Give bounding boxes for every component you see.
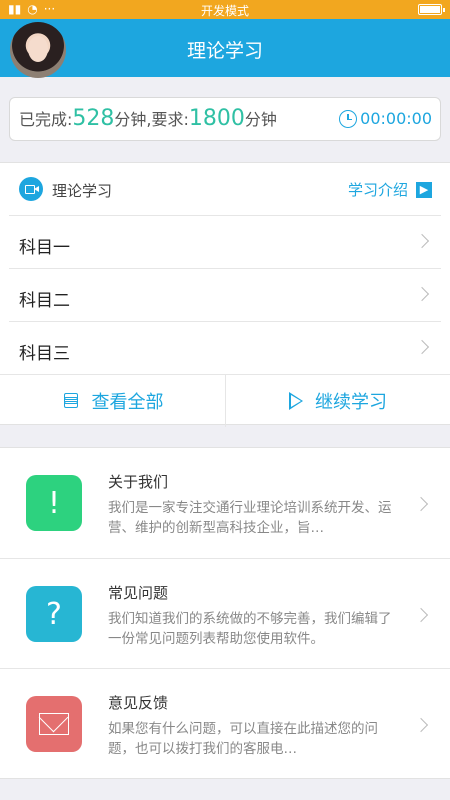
chevron-right-icon — [413, 496, 429, 512]
minutes-required-label: 分钟,要求: — [114, 110, 189, 129]
chevron-right-icon — [414, 286, 430, 302]
progress-card: 已完成: 528 分钟,要求: 1800 分钟 00:00:00 — [9, 97, 441, 141]
study-section-label: 理论学习 — [52, 182, 113, 200]
subject-name: 科目二 — [19, 291, 70, 311]
feedback-title: 意见反馈 — [108, 694, 169, 712]
question-icon: ? — [26, 586, 82, 642]
completed-minutes: 528 — [72, 106, 115, 131]
exclamation-icon: ! — [26, 475, 82, 531]
developer-mode-label: 开发模式 — [200, 4, 249, 18]
continue-study-button[interactable]: 继续学习 — [225, 375, 450, 427]
timer-value: 00:00:00 — [360, 109, 432, 128]
status-bar: ▮▮ ◔ ··· 开发模式 — [0, 0, 450, 19]
faq-title: 常见问题 — [108, 584, 169, 602]
info-card: ! 关于我们 我们是一家专注交通行业理论培训系统开发、运营、维护的创新型高科技企… — [0, 447, 450, 779]
completed-label: 已完成: — [19, 110, 73, 129]
feedback-description: 如果您有什么问题，可以直接在此描述您的问题，也可以拨打我们的客服电… — [108, 721, 378, 757]
view-all-label: 查看全部 — [91, 392, 164, 413]
continue-study-label: 继续学习 — [315, 392, 387, 413]
faq-description: 我们知道我们的系统做的不够完善，我们编辑了一份常见问题列表帮助您使用软件。 — [108, 611, 392, 647]
subject-row[interactable]: 科目一 — [9, 215, 441, 268]
minutes-unit: 分钟 — [244, 110, 277, 129]
video-icon — [19, 177, 43, 201]
study-card: 理论学习 学习介绍 ▶ 科目一 科目二 科目三 查看全部 继续学习 — [0, 162, 450, 427]
subject-row[interactable]: 科目二 — [9, 268, 441, 321]
about-us-description: 我们是一家专注交通行业理论培训系统开发、运营、维护的创新型高科技企业，旨… — [108, 500, 392, 536]
feedback-row[interactable]: 意见反馈 如果您有什么问题，可以直接在此描述您的问题，也可以拨打我们的客服电… — [0, 668, 450, 778]
chevron-right-icon — [413, 607, 429, 623]
layers-icon — [62, 392, 80, 410]
page-title: 理论学习 — [186, 40, 263, 62]
arrow-right-icon: ▶ — [416, 181, 432, 198]
progress-text: 已完成: 528 分钟,要求: 1800 分钟 — [19, 106, 277, 131]
study-timer: 00:00:00 — [339, 109, 432, 128]
subject-row[interactable]: 科目三 — [9, 321, 441, 374]
study-actions: 查看全部 继续学习 — [0, 374, 450, 427]
battery-icon — [418, 4, 445, 15]
subject-name: 科目三 — [19, 344, 70, 364]
study-section-header: 理论学习 学习介绍 ▶ — [0, 163, 450, 215]
about-us-row[interactable]: ! 关于我们 我们是一家专注交通行业理论培训系统开发、运营、维护的创新型高科技企… — [0, 448, 450, 558]
chevron-right-icon — [414, 339, 430, 355]
chevron-right-icon — [414, 233, 430, 249]
study-intro-link[interactable]: 学习介绍 ▶ — [348, 179, 432, 200]
required-minutes: 1800 — [188, 106, 245, 131]
play-icon — [289, 392, 303, 410]
view-all-button[interactable]: 查看全部 — [0, 375, 225, 427]
about-us-title: 关于我们 — [108, 473, 169, 491]
clock-icon — [339, 109, 358, 128]
app-header: 理论学习 — [0, 19, 450, 78]
chevron-right-icon — [413, 717, 429, 733]
faq-row[interactable]: ? 常见问题 我们知道我们的系统做的不够完善，我们编辑了一份常见问题列表帮助您使… — [0, 558, 450, 668]
subject-name: 科目一 — [19, 238, 70, 258]
study-intro-label: 学习介绍 — [347, 181, 408, 199]
mail-icon — [26, 696, 82, 752]
